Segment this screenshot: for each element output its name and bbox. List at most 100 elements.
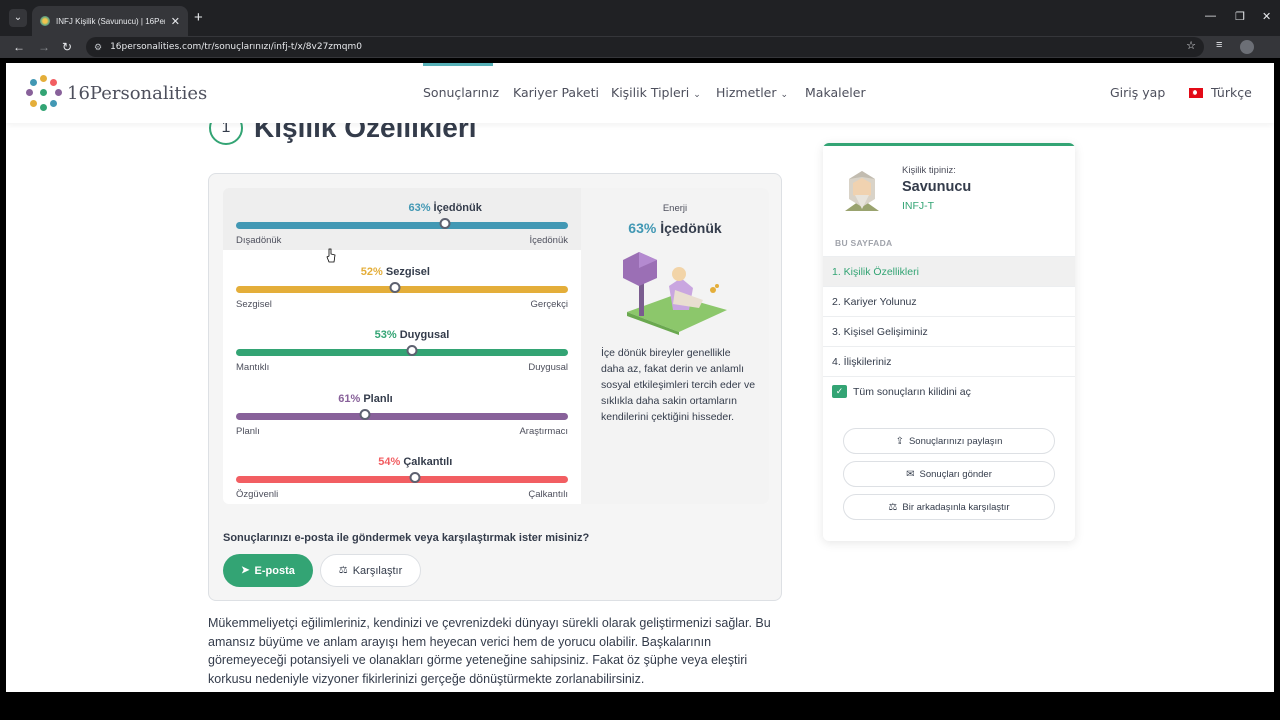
share-results-button[interactable]: ⇪ Sonuçlarınızı paylaşın xyxy=(843,428,1055,454)
send-results-button[interactable]: ✉ Sonuçları gönder xyxy=(843,461,1055,487)
energy-result-name: İçedönük xyxy=(660,220,722,236)
sidebar-card: Kişilik tipiniz: Savunucu INFJ-T BU SAYF… xyxy=(823,143,1075,541)
trait-right-label: Araştırmacı xyxy=(519,425,568,437)
trait-track xyxy=(236,349,568,356)
trait-row[interactable]: 52% Sezgisel Sezgisel Gerçekçi xyxy=(236,266,568,316)
energy-result: 63% İçedönük xyxy=(581,220,769,236)
reload-icon[interactable]: ↻ xyxy=(62,39,72,55)
unlock-icon: ✓ xyxy=(832,385,847,398)
chevron-down-icon: ⌄ xyxy=(780,90,789,100)
type-name: Savunucu xyxy=(902,179,972,195)
nav-results[interactable]: Sonuçlarınız xyxy=(423,85,499,100)
traits-panel: 63% İçedönük Dışadönük İçedönük 52% Sezgise… xyxy=(223,188,769,504)
media-control-icon[interactable]: ≡ xyxy=(1216,39,1222,51)
language-selector[interactable]: Türkçe xyxy=(1189,85,1252,100)
trait-row[interactable]: 63% İçedönük Dışadönük İçedönük xyxy=(236,202,568,252)
page-viewport: 16Personalities Sonuçlarınız Kariyer Pak… xyxy=(6,63,1274,692)
trait-left-label: Mantıklı xyxy=(236,362,270,373)
energy-description: İçe dönük bireyler genellikle daha az, f… xyxy=(601,347,756,423)
browser-tab[interactable]: INFJ Kişilik (Savunucu) | 16Personalitie… xyxy=(32,6,188,36)
close-icon[interactable]: ✕ xyxy=(171,15,180,28)
logo-dots-icon xyxy=(25,74,63,112)
traits-card: 63% İçedönük Dışadönük İçedönük 52% Sezgise… xyxy=(208,173,782,601)
restore-icon[interactable]: ❐ xyxy=(1235,10,1245,23)
share-question: Sonuçlarınızı e-posta ile göndermek veya… xyxy=(223,532,590,544)
sidebar-item-career[interactable]: 2. Kariyer Yolunuz xyxy=(823,286,1075,316)
trait-knob xyxy=(389,281,401,293)
tab-list-chevron-down-icon[interactable]: ⌄ xyxy=(9,9,27,27)
trait-label: 63% İçedönük xyxy=(236,202,568,218)
window-close-icon[interactable]: ✕ xyxy=(1262,10,1271,23)
nav-career-pack[interactable]: Kariyer Paketi xyxy=(513,85,599,100)
compare-friend-label: Bir arkadaşınla karşılaştır xyxy=(902,501,1010,513)
mouse-cursor-icon xyxy=(326,248,336,263)
trait-pct: 54% xyxy=(378,456,401,468)
trait-right-label: Gerçekçi xyxy=(530,298,568,310)
trait-pct: 61% xyxy=(338,392,361,405)
trait-name: Planlı xyxy=(363,392,393,405)
trait-track xyxy=(236,285,568,293)
trait-label: 52% Sezgisel xyxy=(236,266,568,282)
introvert-illustration-icon xyxy=(623,252,727,335)
trait-knob xyxy=(439,218,451,229)
compare-button-label: Karşılaştır xyxy=(352,564,403,577)
email-button-label: E-posta xyxy=(254,564,295,577)
trait-name: İçedönük xyxy=(433,202,482,214)
language-label: Türkçe xyxy=(1211,85,1252,100)
site-logo[interactable]: 16Personalities xyxy=(25,74,207,112)
trait-pct: 63% xyxy=(408,202,431,214)
sidebar-item-relationships[interactable]: 4. İlişkileriniz xyxy=(823,346,1075,376)
trait-label-text: 54% Çalkantılı xyxy=(378,456,452,468)
site-info-icon[interactable]: ⚙ xyxy=(94,42,102,53)
nav-services[interactable]: Hizmetler ⌄ xyxy=(716,85,788,100)
trait-left-label: Dışadönük xyxy=(236,235,282,246)
sidebar-accent-bar xyxy=(823,143,1075,146)
unlock-label: Tüm sonuçların kilidini aç xyxy=(853,385,971,398)
tab-title: INFJ Kişilik (Savunucu) | 16Personalitie… xyxy=(56,16,165,26)
personality-description: Mükemmeliyetçi eğilimleriniz, kendinizi … xyxy=(208,616,771,687)
trait-label-text: 53% Duygusal xyxy=(375,329,450,341)
on-this-page-label: BU SAYFADA xyxy=(835,238,893,248)
turkish-flag-icon xyxy=(1189,88,1203,98)
trait-label: 54% Çalkantılı xyxy=(236,456,568,472)
trait-left-label: Sezgisel xyxy=(236,298,272,310)
star-icon[interactable]: ☆ xyxy=(1186,39,1196,52)
advocate-avatar-icon xyxy=(845,171,879,211)
sidebar-item-unlock[interactable]: ✓ Tüm sonuçların kilidini aç xyxy=(823,376,1075,406)
trait-name: Duygusal xyxy=(399,329,450,341)
minimize-icon[interactable]: — xyxy=(1205,10,1216,22)
trait-row[interactable]: 61% Planlı Planlı Araştırmacı xyxy=(236,393,568,443)
logo-text: 16Personalities xyxy=(67,82,208,104)
nav-personality-types[interactable]: Kişilik Tipleri ⌄ xyxy=(611,85,701,100)
forward-arrow-icon[interactable]: → xyxy=(38,39,50,55)
scale-icon: ⚖ xyxy=(338,565,348,576)
mail-icon: ✉ xyxy=(906,468,915,480)
login-link[interactable]: Giriş yap xyxy=(1110,85,1165,100)
profile-avatar[interactable] xyxy=(1240,40,1254,54)
trait-row[interactable]: 54% Çalkantılı Özgüvenli Çalkantılı xyxy=(236,456,568,506)
trait-right-label: Duygusal xyxy=(528,362,568,373)
email-button[interactable]: ➤ E-posta xyxy=(223,554,313,587)
trait-label-text: 63% İçedönük xyxy=(408,202,481,214)
compare-friend-button[interactable]: ⚖ Bir arkadaşınla karşılaştır xyxy=(843,494,1055,520)
sidebar-item-traits[interactable]: 1. Kişilik Özellikleri xyxy=(823,256,1075,286)
trait-right-label: İçedönük xyxy=(529,235,568,246)
type-code: INFJ-T xyxy=(902,200,935,212)
share-icon: ⇪ xyxy=(895,435,904,447)
back-arrow-icon[interactable]: ← xyxy=(13,39,25,55)
trait-bars: 63% İçedönük Dışadönük İçedönük 52% Sezgise… xyxy=(223,188,581,504)
compare-button[interactable]: ⚖ Karşılaştır xyxy=(320,554,421,587)
new-tab-plus-icon[interactable]: + xyxy=(194,10,203,26)
trait-label-text: 52% Sezgisel xyxy=(361,266,430,278)
trait-track xyxy=(236,476,568,483)
energy-pct: 63% xyxy=(628,220,657,236)
trait-label: 53% Duygusal xyxy=(236,329,568,345)
sidebar-item-growth[interactable]: 3. Kişisel Gelişiminiz xyxy=(823,316,1075,346)
browser-toolbar: ← → ↻ ⚙ 16personalities.com/tr/sonuçları… xyxy=(0,36,1280,58)
address-bar[interactable]: ⚙ 16personalities.com/tr/sonuçlarınızı/i… xyxy=(86,37,1204,57)
trait-row[interactable]: 53% Duygusal Mantıklı Duygusal xyxy=(236,329,568,379)
favicon-icon xyxy=(40,16,50,26)
trait-name: Sezgisel xyxy=(385,265,430,278)
nav-articles[interactable]: Makaleler xyxy=(805,85,866,100)
trait-left-label: Özgüvenli xyxy=(236,489,279,500)
